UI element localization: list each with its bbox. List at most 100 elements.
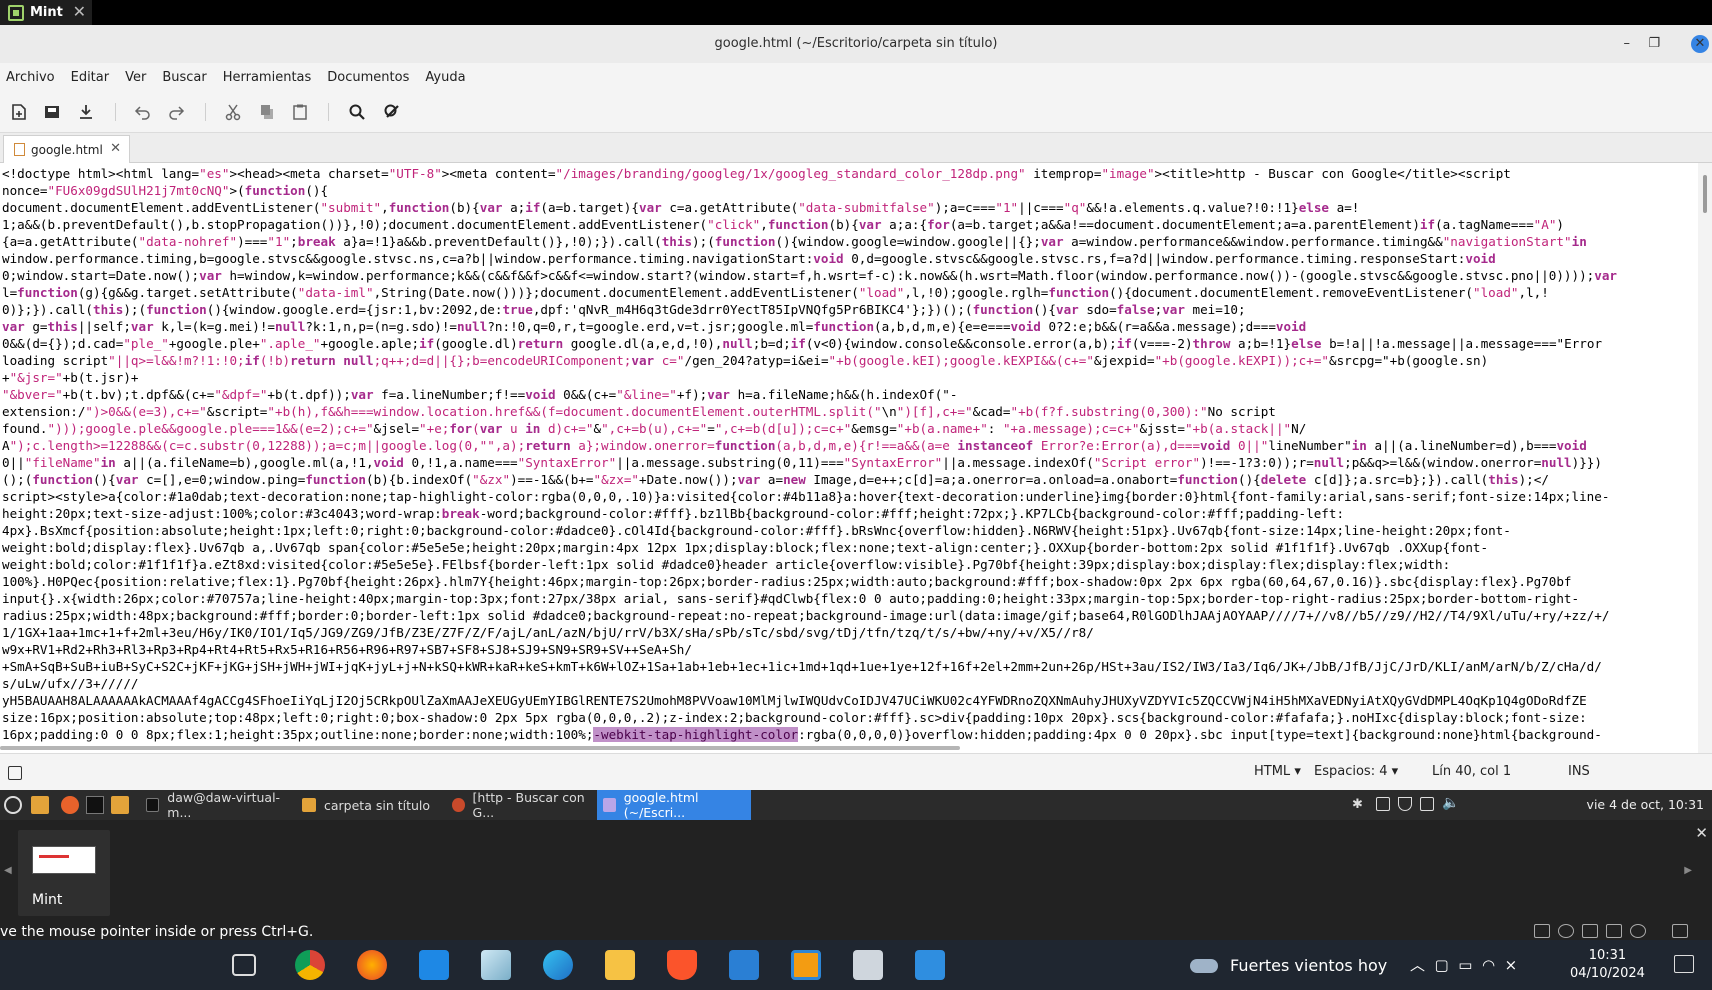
toolbar-separator xyxy=(328,103,329,121)
code-line: loading script"||q>=l&&!m?!1:!0;if(!b)re… xyxy=(2,353,1489,368)
code-line: l=function(g){g&&g.target.setAttribute("… xyxy=(2,285,1549,300)
search-icon[interactable] xyxy=(346,101,368,123)
document-tab-bar: google.html ✕ xyxy=(0,133,1712,163)
notepad-icon[interactable] xyxy=(481,950,511,980)
side-panel-toggle-icon[interactable] xyxy=(8,766,22,780)
scroll-right-icon[interactable]: ▶ xyxy=(1684,865,1692,876)
panel-window-terminal[interactable]: daw@daw-virtual-m... xyxy=(140,790,296,820)
notification-icon[interactable] xyxy=(1674,955,1694,973)
undo-icon[interactable] xyxy=(132,101,154,123)
display-icon[interactable] xyxy=(1420,797,1434,811)
paste-icon[interactable] xyxy=(289,101,311,123)
code-line: 0||"fileName"in a||(a.fileName=b),google… xyxy=(2,455,1602,470)
code-line: {a=a.getAttribute("data-nohref")==="1";b… xyxy=(2,234,1587,249)
brave-icon[interactable] xyxy=(667,950,697,980)
vm-tab-mint[interactable]: Mint ✕ xyxy=(0,0,92,25)
bluetooth-icon[interactable]: ✱ xyxy=(1352,797,1363,812)
language-selector[interactable]: HTML ▾ xyxy=(1254,764,1301,779)
weather-text: Fuertes vientos hoy xyxy=(1230,956,1388,975)
code-line: script><style>a{color:#1a0dab;text-decor… xyxy=(2,489,1610,504)
new-document-icon[interactable] xyxy=(8,101,30,123)
menu-archivo[interactable]: Archivo xyxy=(6,70,55,85)
vm-tool-icon[interactable] xyxy=(1534,924,1550,938)
menu-herramientas[interactable]: Herramientas xyxy=(223,70,312,85)
folder-icon xyxy=(302,798,316,812)
clipboard-icon[interactable] xyxy=(1376,797,1390,811)
panel-clock[interactable]: vie 4 de oct, 10:31 xyxy=(1587,797,1704,812)
panel-window-gedit[interactable]: google.html (~/Escri... xyxy=(597,790,751,820)
close-icon[interactable]: ✕ xyxy=(1695,824,1708,842)
status-bar: HTML ▾ Espacios: 4 ▾ Lín 40, col 1 INS xyxy=(0,753,1712,790)
taskbar-clock[interactable]: 10:31 04/10/2024 xyxy=(1570,947,1645,983)
firefox-icon[interactable] xyxy=(61,796,79,814)
panel-window-browser[interactable]: [http - Buscar con G... xyxy=(446,790,596,820)
thumbnail-label: Mint xyxy=(32,892,63,908)
menu-ver[interactable]: Ver xyxy=(125,70,146,85)
chrome-icon[interactable] xyxy=(295,950,325,980)
text-editor-icon xyxy=(603,798,616,812)
tab-width-selector[interactable]: Espacios: 4 ▾ xyxy=(1314,764,1398,779)
vscode-icon[interactable] xyxy=(729,950,759,980)
menu-documentos[interactable]: Documentos xyxy=(327,70,409,85)
code-line: "&bver="+b(t.bv);t.dpf&&(c+="&dpf="+b(t.… xyxy=(2,387,958,402)
gedit-window: google.html (~/Escritorio/carpeta sin tí… xyxy=(0,25,1712,790)
scroll-left-icon[interactable]: ◀ xyxy=(4,865,12,876)
minimize-button[interactable]: – xyxy=(1624,25,1631,63)
firefox-icon[interactable] xyxy=(357,950,387,980)
menu-editar[interactable]: Editar xyxy=(71,70,110,85)
code-line: w9x+RV1+Rd2+Rh3+Rl3+Rp3+Rp4+Rt4+Rt5+Rx5+… xyxy=(2,642,692,657)
cut-icon[interactable] xyxy=(222,101,244,123)
mail-icon[interactable] xyxy=(419,950,449,980)
vertical-scrollbar[interactable] xyxy=(1698,163,1712,753)
close-button[interactable]: ✕ xyxy=(1691,35,1709,53)
panel-window-folder[interactable]: carpeta sin título xyxy=(296,790,446,820)
code-line: 1/1GX+1aa+1mc+1+f+2ml+3eu/H6y/IK0/IO1/Iq… xyxy=(2,625,1094,640)
files-icon[interactable] xyxy=(31,796,49,814)
vm-thumbnail-mint[interactable]: Mint xyxy=(18,830,110,916)
mint-menu-icon[interactable] xyxy=(4,796,22,814)
folder-icon[interactable] xyxy=(111,796,129,814)
vm-tool-icon[interactable] xyxy=(1606,924,1622,938)
copy-icon[interactable] xyxy=(256,101,278,123)
code-line: <!doctype html><html lang="es"><head><me… xyxy=(2,166,1511,181)
vm-tool-icon[interactable] xyxy=(1672,924,1688,938)
file-explorer-icon[interactable] xyxy=(605,950,635,980)
insert-mode: INS xyxy=(1568,764,1590,779)
find-replace-icon[interactable] xyxy=(381,101,403,123)
weather-widget[interactable]: Fuertes vientos hoy xyxy=(1190,956,1387,975)
scroll-thumb[interactable] xyxy=(1703,175,1707,213)
code-line: 0)};}).call(this);(function(){window.goo… xyxy=(2,302,1246,317)
maximize-button[interactable]: ❐ xyxy=(1648,25,1660,63)
menu-ayuda[interactable]: Ayuda xyxy=(425,70,465,85)
save-download-icon[interactable] xyxy=(75,101,97,123)
browser-icon xyxy=(452,798,465,812)
close-icon[interactable]: ✕ xyxy=(73,2,86,21)
horizontal-scrollbar[interactable] xyxy=(0,746,960,750)
toolbar xyxy=(0,91,1712,133)
photos-icon[interactable] xyxy=(915,950,945,980)
toolbar-separator xyxy=(205,103,206,121)
vm-tab-label: Mint xyxy=(30,5,63,20)
system-tray[interactable]: ︿ ▢ ▭ ◠ × xyxy=(1410,954,1517,975)
task-view-icon[interactable] xyxy=(232,954,256,976)
redo-icon[interactable] xyxy=(165,101,187,123)
app-icon[interactable] xyxy=(853,950,883,980)
vm-thumbnail-strip: Mint ✕ ◀ ▶ ve the mouse pointer inside o… xyxy=(0,820,1712,940)
vm-hint-text: ve the mouse pointer inside or press Ctr… xyxy=(0,924,314,940)
tab-google-html[interactable]: google.html ✕ xyxy=(3,135,130,163)
menu-buscar[interactable]: Buscar xyxy=(162,70,206,85)
code-editor[interactable]: <!doctype html><html lang="es"><head><me… xyxy=(0,163,1698,753)
terminal-icon[interactable] xyxy=(86,796,104,814)
close-tab-icon[interactable]: ✕ xyxy=(110,141,121,156)
code-line: 100%}.H0PQec{position:relative;flex:1}.P… xyxy=(2,574,1572,589)
vm-tool-icon[interactable] xyxy=(1582,924,1598,938)
window-title: google.html (~/Escritorio/carpeta sin tí… xyxy=(714,36,998,51)
shield-icon[interactable] xyxy=(1398,797,1412,811)
open-icon[interactable] xyxy=(41,101,63,123)
edge-icon[interactable] xyxy=(543,950,573,980)
code-line: size:16px;position:absolute;top:48px;lef… xyxy=(2,710,1587,725)
vm-tool-icon[interactable] xyxy=(1630,924,1646,938)
vm-tool-icon[interactable] xyxy=(1558,924,1574,938)
vmware-icon[interactable] xyxy=(791,950,821,980)
volume-icon[interactable]: 🔈 xyxy=(1442,795,1459,811)
